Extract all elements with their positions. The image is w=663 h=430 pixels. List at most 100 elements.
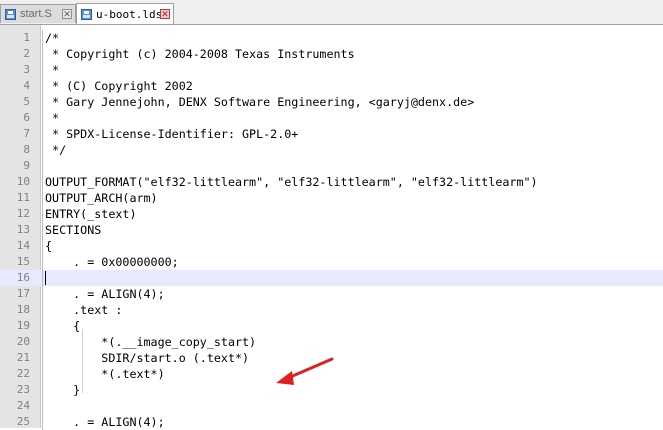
line-text: /* [45, 31, 60, 45]
line-number: 1 [23, 31, 30, 44]
line-text: SDIR/start.o (.text*) [45, 351, 250, 365]
line-number: 10 [16, 175, 30, 188]
line-text: OUTPUT_ARCH(arm) [45, 191, 158, 205]
line-text: { [45, 239, 53, 253]
code-line[interactable]: 3 * [0, 62, 663, 78]
fold-margin [42, 78, 43, 94]
fold-margin [42, 334, 43, 350]
fold-margin [42, 382, 43, 398]
fold-margin [42, 206, 43, 222]
code-line[interactable]: 11 OUTPUT_ARCH(arm) [0, 190, 663, 206]
tab-label: u-boot.lds [96, 7, 160, 21]
text-caret [45, 271, 46, 285]
code-line[interactable]: 24 [0, 398, 663, 414]
line-text: * (C) Copyright 2002 [45, 79, 193, 93]
line-number: 5 [23, 95, 30, 108]
fold-margin [42, 142, 43, 158]
line-text: ENTRY(_stext) [45, 207, 137, 221]
close-icon[interactable]: ✕ [62, 9, 72, 19]
line-number: 21 [16, 351, 30, 364]
code-line[interactable]: 19 { [0, 318, 663, 334]
line-number: 19 [16, 319, 30, 332]
line-text: .text : [45, 303, 123, 317]
line-number: 18 [16, 303, 30, 316]
line-number: 15 [16, 255, 30, 268]
code-line[interactable]: 2 * Copyright (c) 2004-2008 Texas Instru… [0, 46, 663, 62]
code-line[interactable]: 14 { [0, 238, 663, 254]
line-text: . = 0x00000000; [45, 255, 179, 269]
fold-margin [42, 174, 43, 190]
fold-margin [42, 46, 43, 62]
code-line[interactable]: 18 .text : [0, 302, 663, 318]
line-number: 6 [23, 111, 30, 124]
code-editor[interactable]: 1 /* 2 * Copyright (c) 2004-2008 Texas Ins… [0, 25, 663, 430]
fold-margin [42, 318, 43, 334]
fold-margin [42, 366, 43, 382]
tab-label: start.S [20, 8, 52, 20]
code-line[interactable]: 1 /* [0, 30, 663, 46]
file-saved-icon [81, 8, 92, 20]
fold-margin [42, 270, 43, 286]
line-text: */ [45, 143, 67, 157]
code-line[interactable]: 22 *(.text*) [0, 366, 663, 382]
line-number: 11 [16, 191, 30, 204]
fold-margin [42, 302, 43, 318]
line-number: 24 [16, 399, 30, 412]
code-line[interactable]: 7 * SPDX-License-Identifier: GPL-2.0+ [0, 126, 663, 142]
line-number: 13 [16, 223, 30, 236]
code-line[interactable]: 6 * [0, 110, 663, 126]
line-text: * [45, 63, 60, 77]
fold-margin [42, 158, 43, 174]
code-line[interactable]: 5 * Gary Jennejohn, DENX Software Engine… [0, 94, 663, 110]
code-line[interactable]: 9 [0, 158, 663, 174]
line-text: { [45, 319, 81, 333]
code-line[interactable]: 20 *(.__image_copy_start) [0, 334, 663, 350]
line-number: 9 [23, 159, 30, 172]
line-number: 12 [16, 207, 30, 220]
line-number: 16 [16, 271, 30, 284]
code-line[interactable]: 12 ENTRY(_stext) [0, 206, 663, 222]
fold-margin [42, 190, 43, 206]
indent-guide [82, 329, 83, 393]
fold-margin [42, 30, 43, 46]
line-text: * [45, 111, 60, 125]
line-text: *(.__image_copy_start) [45, 335, 257, 349]
fold-margin [42, 222, 43, 238]
tab-start-s[interactable]: start.S ✕ [0, 4, 76, 23]
line-text: . = ALIGN(4); [45, 287, 165, 301]
line-text: } [45, 383, 81, 397]
code-line[interactable]: 23 } [0, 382, 663, 398]
close-icon[interactable]: ✕ [160, 9, 170, 19]
line-text: OUTPUT_FORMAT("elf32-littlearm", "elf32-… [45, 175, 538, 189]
line-number: 3 [23, 63, 30, 76]
line-text: * Gary Jennejohn, DENX Software Engineer… [45, 95, 475, 109]
fold-margin [42, 286, 43, 302]
line-number: 7 [23, 127, 30, 140]
code-line[interactable]: 10 OUTPUT_FORMAT("elf32-littlearm", "elf3… [0, 174, 663, 190]
line-number: 8 [23, 143, 30, 156]
code-line[interactable]: 21 SDIR/start.o (.text*) [0, 350, 663, 366]
line-number: 14 [16, 239, 30, 252]
fold-margin [42, 126, 43, 142]
file-saved-icon [5, 8, 16, 20]
line-number: 17 [16, 287, 30, 300]
tab-bar: start.S ✕ u-boot.lds ✕ [0, 0, 663, 25]
line-number: 20 [16, 335, 30, 348]
code-line[interactable]: 8 */ [0, 142, 663, 158]
fold-margin [42, 398, 43, 414]
code-line[interactable]: 17 . = ALIGN(4); [0, 286, 663, 302]
code-line[interactable]: 4 * (C) Copyright 2002 [0, 78, 663, 94]
line-text: *(.text*) [45, 367, 165, 381]
fold-margin [42, 254, 43, 270]
fold-margin [42, 94, 43, 110]
line-text: SECTIONS [45, 223, 102, 237]
line-number: 22 [16, 367, 30, 380]
tab-u-boot-lds[interactable]: u-boot.lds ✕ [76, 3, 174, 24]
line-text: * SPDX-License-Identifier: GPL-2.0+ [45, 127, 299, 141]
fold-margin [42, 238, 43, 254]
code-line[interactable]: 13 SECTIONS [0, 222, 663, 238]
fold-margin [42, 62, 43, 78]
code-line-current[interactable]: 16 [0, 270, 663, 286]
code-line[interactable]: 15 . = 0x00000000; [0, 254, 663, 270]
fold-margin [42, 350, 43, 366]
